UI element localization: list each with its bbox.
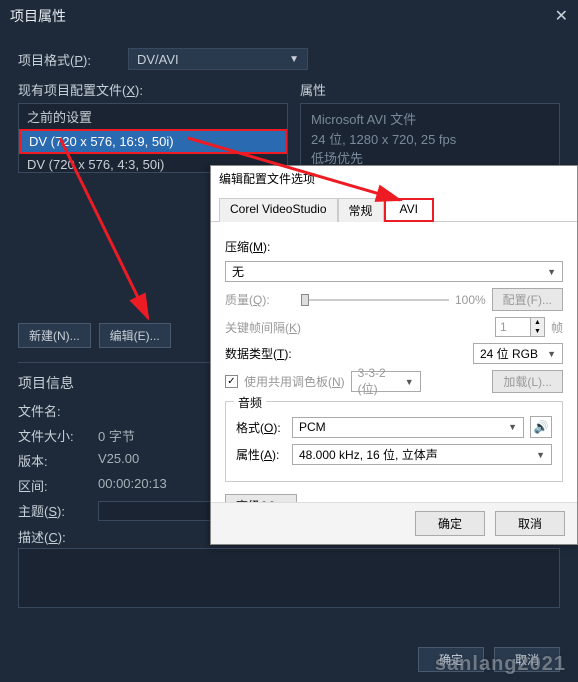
- filesize-label: 文件大小:: [18, 426, 98, 445]
- tab-videostudio[interactable]: Corel VideoStudio: [219, 198, 338, 222]
- dialog-titlebar: 项目属性 ✕: [0, 0, 578, 32]
- ok-button-sub[interactable]: 确定: [415, 511, 485, 536]
- ok-button[interactable]: 确定: [418, 647, 484, 672]
- palette-checkbox[interactable]: ✓: [225, 375, 238, 388]
- datatype-label: 数据类型(T):: [225, 345, 295, 362]
- chevron-down-icon: ▼: [508, 422, 517, 432]
- audio-format-label: 格式(O):: [236, 419, 286, 436]
- attr-line: Microsoft AVI 文件: [311, 110, 549, 130]
- attributes-label: 属性: [300, 80, 560, 99]
- filesize-value: 0 字节: [98, 426, 135, 445]
- cancel-button[interactable]: 取消: [494, 647, 560, 672]
- tab-avi[interactable]: AVI: [384, 198, 434, 222]
- edit-config-dialog: 编辑配置文件选项 Corel VideoStudio 常规 AVI 压缩(M):…: [210, 165, 578, 545]
- tab-row: Corel VideoStudio 常规 AVI: [211, 191, 577, 222]
- compress-select[interactable]: 无▼: [225, 261, 563, 282]
- attributes-box: Microsoft AVI 文件 24 位, 1280 x 720, 25 fp…: [300, 103, 560, 173]
- format-value: DV/AVI: [137, 52, 179, 67]
- datatype-select[interactable]: 24 位 RGB▼: [473, 343, 563, 364]
- edit-config-title: 编辑配置文件选项: [211, 166, 577, 191]
- filename-label: 文件名:: [18, 401, 98, 420]
- palette-label: 使用共用调色板(N): [244, 373, 345, 390]
- description-input[interactable]: [18, 548, 560, 608]
- compress-label: 压缩(M):: [225, 238, 295, 255]
- audio-group: 音频 格式(O): PCM▼ 🔊 属性(A): 48.000 kHz, 16 位…: [225, 401, 563, 482]
- config-item-selected[interactable]: DV (720 x 576, 16:9, 50i): [19, 129, 287, 154]
- config-button[interactable]: 配置(F)...: [492, 288, 563, 311]
- keyframe-unit: 帧: [551, 319, 563, 336]
- chevron-down-icon: ▼: [289, 54, 299, 65]
- dialog-title: 项目属性: [10, 6, 66, 26]
- range-label: 区间:: [18, 476, 98, 495]
- palette-select[interactable]: 3-3-2 (位)▼: [351, 371, 421, 392]
- audio-format-select[interactable]: PCM▼: [292, 417, 524, 438]
- quality-slider[interactable]: [301, 292, 449, 308]
- chevron-down-icon: ▼: [405, 377, 414, 387]
- description-label: 描述(C):: [18, 527, 98, 546]
- chevron-down-icon: ▼: [547, 267, 556, 277]
- spinner-up-icon[interactable]: ▲: [531, 318, 544, 327]
- speaker-icon[interactable]: 🔊: [530, 416, 552, 438]
- subject-label: 主题(S):: [18, 501, 98, 521]
- config-item[interactable]: 之前的设置: [19, 104, 287, 129]
- keyframe-spinner[interactable]: 1▲▼: [495, 317, 545, 337]
- attr-line: 24 位, 1280 x 720, 25 fps: [311, 130, 549, 150]
- audio-attr-select[interactable]: 48.000 kHz, 16 位, 立体声▼: [292, 444, 552, 465]
- existing-config-label: 现有项目配置文件(X):: [18, 80, 288, 99]
- spinner-down-icon[interactable]: ▼: [531, 327, 544, 336]
- range-value: 00:00:20:13: [98, 476, 167, 495]
- audio-attr-label: 属性(A):: [236, 446, 286, 463]
- version-label: 版本:: [18, 451, 98, 470]
- quality-value: 100%: [455, 293, 486, 307]
- close-icon[interactable]: ✕: [555, 6, 568, 26]
- version-value: V25.00: [98, 451, 139, 470]
- edit-button[interactable]: 编辑(E)...: [99, 323, 171, 348]
- quality-label: 质量(Q):: [225, 291, 295, 308]
- audio-group-label: 音频: [234, 394, 266, 411]
- tab-general[interactable]: 常规: [338, 198, 384, 222]
- keyframe-label: 关键帧间隔(K): [225, 319, 315, 336]
- project-format-select[interactable]: DV/AVI ▼: [128, 48, 308, 70]
- cancel-button-sub[interactable]: 取消: [495, 511, 565, 536]
- format-label: 项目格式(P):: [18, 50, 128, 69]
- chevron-down-icon: ▼: [536, 450, 545, 460]
- new-button[interactable]: 新建(N)...: [18, 323, 91, 348]
- load-button[interactable]: 加载(L)...: [492, 370, 563, 393]
- config-list[interactable]: 之前的设置 DV (720 x 576, 16:9, 50i) DV (720 …: [18, 103, 288, 173]
- chevron-down-icon: ▼: [547, 349, 556, 359]
